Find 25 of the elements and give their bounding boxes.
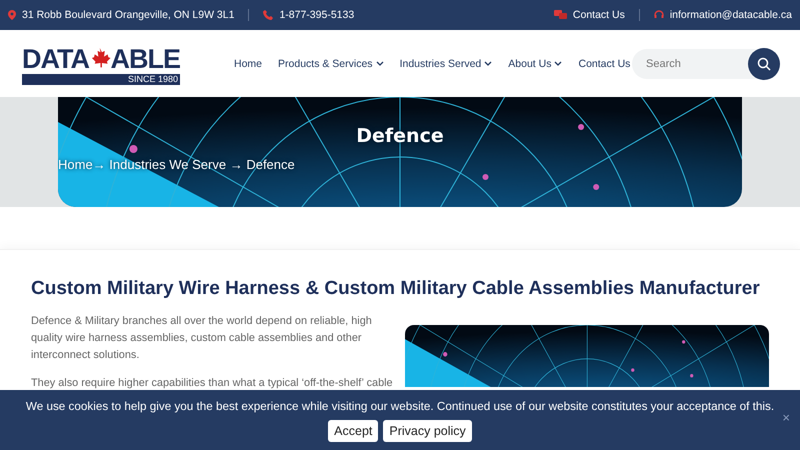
close-button[interactable]: × [782,410,790,425]
nav-link[interactable]: Contact Us [578,58,630,70]
search-button[interactable] [748,48,780,80]
body-paragraph: They also require higher capabilities than what a typical ‘off-the-shelf’ cable [31,376,393,391]
search-icon [757,56,771,70]
phone-link[interactable]: 1-877-395-5133 [279,9,354,21]
contact-link[interactable]: Contact Us [572,9,625,21]
nav-link[interactable]: Products & Services [278,58,384,70]
body-paragraph: Defence & Military branches all over the world depend on reliable, high quality wire harness assemblies, custom cable assemblies and other interconnect solutions. [31,314,373,363]
cookie-message: We use cookies to help give you the best experience while visiting our website. Continued use of our website constitutes your acceptance of this. [26,400,774,413]
section-heading: Custom Military Wire Harness & Custom Military Cable Assemblies Manufacturer [31,278,760,301]
phone-icon [263,10,274,20]
address-text: 31 Robb Boulevard Orangeville, ON L9W 3L1 [22,9,234,21]
headset-icon [654,10,664,20]
nav-link[interactable]: Home [234,58,262,70]
logo-text: DATA [22,46,89,72]
chat-bubbles-icon [554,10,567,20]
nav-link[interactable]: Industries Served [400,58,492,70]
email-link[interactable]: information@datacable.ca [670,9,792,21]
cookie-button[interactable]: Privacy policy [383,420,472,442]
logo-tagline: SINCE 1980 [22,74,180,84]
nav-link[interactable]: About Us [508,58,562,70]
cookie-button[interactable]: Accept [328,420,378,442]
location-pin-icon [8,10,16,20]
logo-text: ABLE [110,46,180,72]
